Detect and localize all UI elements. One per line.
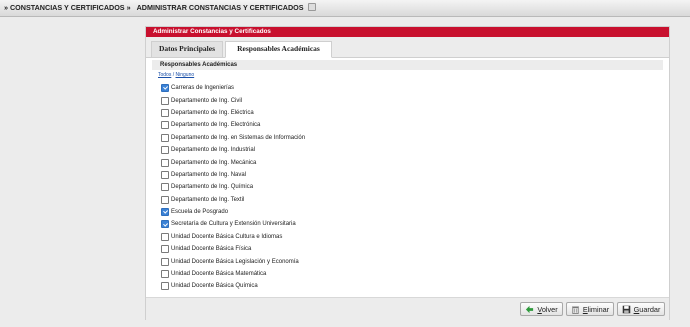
admin-panel: Administrar Constancias y Certificados D… (145, 26, 670, 320)
checkbox-unchecked[interactable] (161, 170, 169, 179)
checkbox-unchecked[interactable] (161, 146, 169, 155)
back-button[interactable]: Volver (520, 302, 563, 316)
save-button-label: Guardar (633, 304, 661, 314)
list-item[interactable]: Departamento de Ing. Eléctrica (161, 107, 305, 119)
checkbox-unchecked[interactable] (161, 108, 169, 117)
checkbox-unchecked[interactable] (161, 96, 169, 105)
section-title: Responsables Académicas (152, 60, 663, 70)
list-item[interactable]: Unidad Docente Básica Química (161, 280, 305, 292)
list-item[interactable]: Departamento de Ing. Textil (161, 194, 305, 206)
tab-bar: Datos Principales Responsables Académica… (146, 37, 669, 58)
select-all-link[interactable]: Todos (158, 72, 171, 78)
tab-responsables-academicas[interactable]: Responsables Académicas (225, 41, 332, 58)
list-item[interactable]: Unidad Docente Básica Física (161, 243, 305, 255)
list-item-label: Departamento de Ing. Textil (171, 196, 245, 203)
button-bar: Volver Eliminar Guardar (146, 297, 669, 320)
tab-datos-principales[interactable]: Datos Principales (151, 41, 223, 57)
delete-button[interactable]: Eliminar (566, 302, 614, 316)
list-item-label: Unidad Docente Básica Matemática (171, 271, 267, 278)
breadcrumb-item-administrar: ADMINISTRAR CONSTANCIAS Y CERTIFICADOS (136, 3, 304, 12)
back-button-label: Volver (537, 304, 558, 314)
list-item-label: Departamento de Ing. Naval (171, 171, 247, 178)
breadcrumb: » CONSTANCIAS Y CERTIFICADOS » ADMINISTR… (4, 3, 316, 12)
checkbox-unchecked[interactable] (161, 195, 169, 204)
list-item-label: Unidad Docente Básica Química (171, 283, 258, 290)
save-button[interactable]: Guardar (617, 302, 665, 316)
checkbox-checked[interactable] (161, 220, 169, 229)
list-item[interactable]: Departamento de Ing. Industrial (161, 144, 305, 156)
list-item[interactable]: Unidad Docente Básica Legislación y Econ… (161, 255, 305, 267)
tab-content: Responsables Académicas Todos / Ninguno … (152, 60, 663, 293)
list-item-label: Escuela de Posgrado (171, 209, 229, 216)
list-item-label: Carreras de Ingenierías (171, 85, 235, 92)
list-item[interactable]: Departamento de Ing. Química (161, 181, 305, 193)
checkbox-unchecked[interactable] (161, 183, 169, 192)
delete-button-label: Eliminar (582, 304, 610, 314)
list-item[interactable]: Departamento de Ing. Civil (161, 94, 305, 106)
list-item-label: Departamento de Ing. Química (171, 184, 254, 191)
list-item[interactable]: Departamento de Ing. Electrónica (161, 119, 305, 131)
top-bar: » CONSTANCIAS Y CERTIFICADOS » ADMINISTR… (0, 0, 690, 17)
checkbox-unchecked[interactable] (161, 133, 169, 142)
checkbox-unchecked[interactable] (161, 121, 169, 130)
list-item-label: Departamento de Ing. Electrónica (171, 122, 261, 129)
checkbox-unchecked[interactable] (161, 232, 169, 241)
back-arrow-icon (526, 305, 534, 313)
list-item-label: Unidad Docente Básica Física (171, 246, 252, 253)
checkbox-checked[interactable] (161, 84, 169, 93)
list-item[interactable]: Unidad Docente Básica Matemática (161, 268, 305, 280)
list-item-label: Departamento de Ing. Eléctrica (171, 109, 254, 116)
list-item[interactable]: Departamento de Ing. Mecánica (161, 156, 305, 168)
favorite-icon[interactable] (307, 3, 316, 11)
select-links: Todos / Ninguno (158, 72, 194, 78)
checkbox-unchecked[interactable] (161, 245, 169, 254)
list-item-label: Departamento de Ing. en Sistemas de Info… (171, 134, 306, 141)
list-item-label: Unidad Docente Básica Legislación y Econ… (171, 258, 299, 265)
select-none-link[interactable]: Ninguno (176, 72, 195, 78)
floppy-disk-icon (622, 305, 630, 313)
panel-title: Administrar Constancias y Certificados (146, 27, 669, 37)
list-item[interactable]: Secretaría de Cultura y Extensión Univer… (161, 218, 305, 230)
checkbox-unchecked[interactable] (161, 270, 169, 279)
list-item-label: Departamento de Ing. Civil (171, 97, 243, 104)
list-item-label: Secretaría de Cultura y Extensión Univer… (171, 221, 296, 228)
list-item[interactable]: Carreras de Ingenierías (161, 82, 305, 94)
checkbox-checked[interactable] (161, 208, 169, 217)
trash-icon (571, 305, 579, 314)
select-links-separator: / (172, 72, 175, 78)
breadcrumb-item-constancias[interactable]: » CONSTANCIAS Y CERTIFICADOS » (4, 3, 131, 12)
list-item-label: Departamento de Ing. Mecánica (171, 159, 257, 166)
list-item-label: Departamento de Ing. Industrial (171, 147, 256, 154)
checkbox-unchecked[interactable] (161, 158, 169, 167)
list-item[interactable]: Unidad Docente Básica Cultura e Idiomas (161, 231, 305, 243)
checkbox-unchecked[interactable] (161, 282, 169, 291)
list-item[interactable]: Departamento de Ing. en Sistemas de Info… (161, 132, 305, 144)
checkbox-unchecked[interactable] (161, 257, 169, 266)
responsables-list: Carreras de Ingenierías Departamento de I… (161, 82, 305, 293)
list-item[interactable]: Escuela de Posgrado (161, 206, 305, 218)
list-item[interactable]: Departamento de Ing. Naval (161, 169, 305, 181)
list-item-label: Unidad Docente Básica Cultura e Idiomas (171, 233, 283, 240)
